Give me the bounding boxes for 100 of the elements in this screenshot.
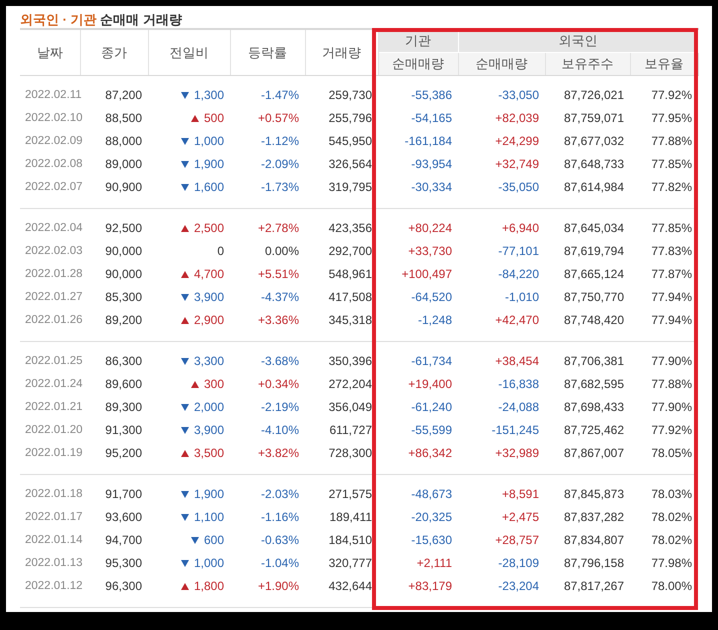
price-change-cell-text: 300 [204,376,224,393]
foreign-net-cell: +2,475 [502,510,539,524]
holdings-cell: 87,706,381 [564,354,624,368]
close-price-cell: 95,300 [105,556,142,570]
close-price-cell: 92,500 [105,221,142,235]
holdings-cell: 87,748,420 [564,313,624,327]
date-cell: 2022.02.08 [25,158,83,170]
price-change-cell-text: 1,000 [194,133,224,150]
close-price-cell: 86,300 [105,354,142,368]
change-rate-cell: -1.04% [260,556,299,570]
date-cell: 2022.02.03 [25,245,83,257]
foreign-net-cell: +82,039 [495,111,539,125]
close-price-cell: 88,000 [105,134,142,148]
change-rate-cell: -4.37% [260,290,299,304]
change-rate-cell: -1.12% [260,134,299,148]
holdings-cell: 87,698,433 [564,400,624,414]
close-price-cell: 93,600 [105,510,142,524]
volume-cell: 319,795 [328,180,372,194]
change-rate-cell: 0.00% [264,244,299,258]
holdings-cell: 87,759,071 [564,111,624,125]
close-price-cell: 90,900 [105,180,142,194]
close-price-cell: 91,300 [105,423,142,437]
institution-net-cell: -54,165 [411,111,452,125]
change-rate-cell: -1.16% [260,510,299,524]
date-cell: 2022.02.10 [25,112,83,124]
close-price-cell: 90,000 [105,267,142,281]
holding-ratio-cell: 78.05% [651,446,692,460]
volume-cell: 320,777 [328,556,372,570]
date-cell: 2022.02.09 [25,135,83,147]
holdings-cell: 87,645,034 [564,221,624,235]
change-rate-cell: -1.73% [260,180,299,194]
change-rate-cell: -0.63% [260,533,299,547]
foreign-net-cell: -84,220 [498,267,539,281]
volume-cell: 326,564 [328,157,372,171]
volume-cell: 184,510 [328,533,372,547]
price-change-cell-text: 1,300 [194,87,224,104]
holding-ratio-cell: 77.90% [651,354,692,368]
column-header: 등락률 [230,29,305,76]
volume-cell: 432,644 [328,579,372,593]
holding-ratio-cell: 78.03% [651,487,692,501]
price-change-cell-text: 2,500 [194,220,224,237]
date-cell: 2022.02.04 [25,222,83,234]
holding-ratio-cell: 77.95% [651,111,692,125]
change-rate-cell: +0.57% [258,111,299,125]
holding-ratio-cell: 77.85% [651,221,692,235]
date-cell: 2022.01.12 [25,580,83,592]
holdings-cell: 87,837,282 [564,510,624,524]
column-header: 순매매량 [458,52,545,76]
change-rate-cell: -2.19% [260,400,299,414]
holdings-cell: 87,648,733 [564,157,624,171]
holdings-cell: 87,677,032 [564,134,624,148]
date-cell: 2022.01.17 [25,511,83,523]
volume-cell: 271,575 [328,487,372,501]
column-header: 순매매량 [378,52,458,76]
column-header: 종가 [80,29,148,76]
institution-net-cell: +2,111 [416,556,452,570]
date-cell: 2022.01.18 [25,488,83,500]
price-change-cell-text: 3,500 [194,445,224,462]
date-cell: 2022.01.21 [25,401,83,413]
change-rate-cell: -2.09% [260,157,299,171]
foreign-net-cell: +8,591 [502,487,539,501]
close-price-cell: 89,600 [105,377,142,391]
date-cell: 2022.01.25 [25,355,83,367]
holding-ratio-cell: 77.82% [651,180,692,194]
institution-net-cell: -20,325 [411,510,452,524]
price-change-cell-text: 4,700 [194,266,224,283]
column-header: 날짜 [20,29,80,76]
section-title: 외국인 · 기관 순매매 거래량 [20,11,183,28]
holdings-cell: 87,726,021 [564,88,624,102]
foreign-net-cell: +38,454 [495,354,539,368]
column-header: 거래량 [305,29,378,76]
close-price-cell: 87,200 [105,88,142,102]
institution-net-cell: -30,334 [411,180,452,194]
holdings-cell: 87,725,462 [564,423,624,437]
price-change-cell-text: 3,900 [194,289,224,306]
holdings-cell: 87,665,124 [564,267,624,281]
price-change-cell-text: 3,300 [194,353,224,370]
price-change-cell-text: 500 [204,110,224,127]
close-price-cell: 95,200 [105,446,142,460]
holdings-cell: 87,614,984 [564,180,624,194]
institution-net-cell: -61,734 [411,354,452,368]
foreign-net-cell: -28,109 [498,556,539,570]
institution-net-cell: +33,730 [408,244,452,258]
date-cell: 2022.01.26 [25,314,83,326]
institution-net-cell: -64,520 [411,290,452,304]
holding-ratio-cell: 78.02% [651,510,692,524]
holding-ratio-cell: 77.85% [651,157,692,171]
foreign-net-cell: +28,757 [495,533,539,547]
price-change-cell-text: 1,100 [194,509,224,526]
foreign-net-cell: -77,101 [498,244,539,258]
foreign-net-cell: -35,050 [498,180,539,194]
holding-ratio-cell: 77.98% [651,556,692,570]
price-change-cell-text: 1,600 [194,179,224,196]
holding-ratio-cell: 77.94% [651,290,692,304]
change-rate-cell: +3.82% [258,446,299,460]
price-change-cell-text: 1,800 [194,578,224,595]
date-cell: 2022.01.20 [25,424,83,436]
holding-ratio-cell: 77.94% [651,313,692,327]
institution-net-cell: -61,240 [411,400,452,414]
institution-net-cell: -15,630 [411,533,452,547]
